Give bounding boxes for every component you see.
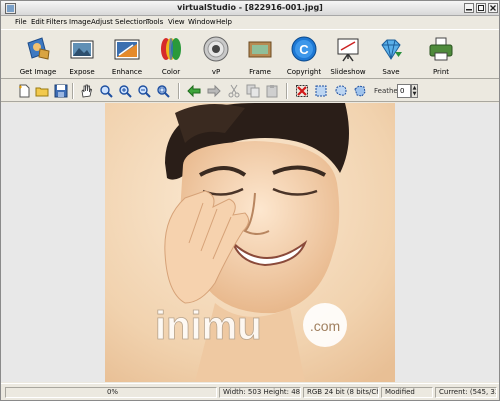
slideshow-label: Slideshow xyxy=(330,68,366,76)
feather-stepper[interactable]: ▲ ▼ xyxy=(411,84,418,98)
enhance-icon xyxy=(114,39,140,60)
redo-icon[interactable] xyxy=(207,84,221,98)
cursor-position-field: Current: (545, 331) xyxy=(435,387,497,398)
toolbar-separator xyxy=(72,83,74,99)
copyright-icon: C xyxy=(291,36,317,62)
menu-help[interactable]: Help xyxy=(216,18,232,26)
save-icon[interactable] xyxy=(54,84,68,98)
zoom-fit-icon[interactable] xyxy=(156,84,170,98)
print-button[interactable]: Print xyxy=(419,32,463,78)
zoom-in-plus-icon[interactable] xyxy=(118,84,132,98)
vp-label: vP xyxy=(211,68,221,76)
dimensions-field: Width: 503 Height: 480 xyxy=(219,387,301,398)
menu-tools[interactable]: Tools xyxy=(146,18,163,26)
image-canvas[interactable]: inimu .com xyxy=(1,103,499,382)
open-icon[interactable] xyxy=(35,84,49,98)
expose-icon xyxy=(70,40,94,59)
feather-input[interactable]: 0 xyxy=(397,84,411,98)
menu-window[interactable]: Window xyxy=(188,18,216,26)
color-button[interactable]: Color xyxy=(149,32,193,78)
menu-selection[interactable]: Selection xyxy=(115,18,147,26)
expose-label: Expose xyxy=(69,68,95,76)
app-window: virtualStudio - [822916-001.jpg] File Ed… xyxy=(0,0,500,401)
zoom-out-icon[interactable] xyxy=(137,84,151,98)
deselect-icon[interactable] xyxy=(295,84,309,98)
rect-select-icon[interactable] xyxy=(314,84,328,98)
edit-toolbar: Feather: 0 ▲ ▼ xyxy=(1,80,499,102)
paste-icon[interactable] xyxy=(265,84,279,98)
menu-view[interactable]: View xyxy=(168,18,185,26)
cut-icon[interactable] xyxy=(227,84,241,98)
toolbar-separator xyxy=(178,83,180,99)
status-bar: 0% Width: 503 Height: 480 RGB 24 bit (8 … xyxy=(1,383,499,400)
save-gem-icon xyxy=(381,39,402,60)
progress-field: 0% xyxy=(5,387,217,398)
zoom-in-icon[interactable] xyxy=(99,84,113,98)
print-icon xyxy=(429,37,453,61)
svg-text:C: C xyxy=(299,42,309,57)
menu-image[interactable]: Image xyxy=(69,18,91,26)
frame-button[interactable]: Frame xyxy=(238,32,282,78)
color-icon xyxy=(161,38,181,60)
get-image-icon xyxy=(27,37,50,60)
color-mode-field: RGB 24 bit (8 bits/Ch) xyxy=(303,387,379,398)
copy-icon[interactable] xyxy=(246,84,260,98)
modified-field: Modified xyxy=(381,387,433,398)
menu-adjust[interactable]: Adjust xyxy=(91,18,113,26)
copyright-label: Copyright xyxy=(286,68,322,76)
watermark-text: inimu xyxy=(155,304,262,348)
frame-label: Frame xyxy=(249,68,271,76)
save-button[interactable]: Save xyxy=(369,32,413,78)
chevron-down-icon[interactable]: ▼ xyxy=(412,91,417,97)
get-image-button[interactable]: Get Image xyxy=(16,32,60,78)
save-label: Save xyxy=(382,68,400,76)
close-icon[interactable] xyxy=(488,3,498,13)
color-label: Color xyxy=(161,68,181,76)
vp-disc-icon xyxy=(203,36,229,62)
slideshow-icon xyxy=(337,38,359,62)
new-icon[interactable] xyxy=(17,84,31,98)
expose-button[interactable]: Expose xyxy=(60,32,104,78)
photo: inimu .com xyxy=(105,103,395,382)
copyright-button[interactable]: C Copyright xyxy=(282,32,326,78)
get-image-label: Get Image xyxy=(19,68,57,76)
enhance-label: Enhance xyxy=(111,68,143,76)
minimize-icon[interactable] xyxy=(464,3,474,13)
hand-icon[interactable] xyxy=(79,84,93,98)
print-label: Print xyxy=(432,68,450,76)
window-title: virtualStudio - [822916-001.jpg] xyxy=(177,3,323,12)
undo-icon[interactable] xyxy=(187,84,201,98)
menu-filters[interactable]: Filters xyxy=(46,18,67,26)
magic-select-icon[interactable] xyxy=(353,84,367,98)
watermark-badge: .com xyxy=(310,318,340,334)
frame-icon xyxy=(248,41,272,58)
main-toolbar: Get Image Expose Enhance Color vP Frame … xyxy=(1,29,499,79)
menu-bar: File Edit Filters Image Adjust Selection… xyxy=(1,16,499,29)
progress-text: 0% xyxy=(106,388,119,396)
menu-file[interactable]: File xyxy=(15,18,27,26)
lasso-select-icon[interactable] xyxy=(334,84,348,98)
toolbar-separator xyxy=(286,83,288,99)
menu-edit[interactable]: Edit xyxy=(31,18,45,26)
slideshow-button[interactable]: Slideshow xyxy=(326,32,370,78)
enhance-button[interactable]: Enhance xyxy=(105,32,149,78)
vp-button[interactable]: vP xyxy=(194,32,238,78)
maximize-icon[interactable] xyxy=(476,3,486,13)
title-bar[interactable]: virtualStudio - [822916-001.jpg] xyxy=(1,1,499,16)
